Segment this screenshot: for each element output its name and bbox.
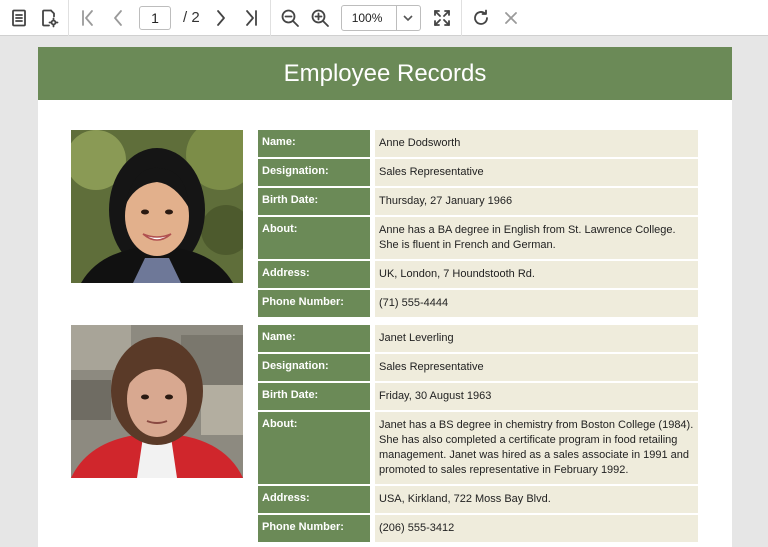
fit-page-icon[interactable] xyxy=(429,5,455,31)
field-value: Sales Representative xyxy=(375,354,698,381)
field-label: Address: xyxy=(258,486,370,513)
field-value: (71) 555-4444 xyxy=(375,290,698,317)
field-label: Birth Date: xyxy=(258,383,370,410)
employee-photo xyxy=(71,130,243,283)
zoom-out-icon[interactable] xyxy=(277,5,303,31)
field-row-about: About: Anne has a BA degree in English f… xyxy=(258,217,698,259)
report-header: Employee Records xyxy=(38,47,732,100)
zoom-in-icon[interactable] xyxy=(307,5,333,31)
employee-fields: Name: Janet Leverling Designation: Sales… xyxy=(258,325,698,544)
field-value: Friday, 30 August 1963 xyxy=(375,383,698,410)
navigation-group: / 2 xyxy=(69,0,271,36)
field-label: Designation: xyxy=(258,354,370,381)
viewer-toolbar: / 2 100% xyxy=(0,0,768,36)
refresh-icon[interactable] xyxy=(468,5,494,31)
field-label: About: xyxy=(258,217,370,259)
field-row-designation: Designation: Sales Representative xyxy=(258,354,698,381)
field-label: Name: xyxy=(258,325,370,352)
stop-icon[interactable] xyxy=(498,5,524,31)
field-row-address: Address: USA, Kirkland, 722 Moss Bay Blv… xyxy=(258,486,698,513)
field-value: Thursday, 27 January 1966 xyxy=(375,188,698,215)
field-row-name: Name: Anne Dodsworth xyxy=(258,130,698,157)
report-page: Employee Records Name: Anne Dodsworth De… xyxy=(38,47,732,547)
field-label: Name: xyxy=(258,130,370,157)
field-value: Janet Leverling xyxy=(375,325,698,352)
field-label: Birth Date: xyxy=(258,188,370,215)
field-row-address: Address: UK, London, 7 Houndstooth Rd. xyxy=(258,261,698,288)
report-title: Employee Records xyxy=(283,59,487,87)
first-page-icon[interactable] xyxy=(75,5,101,31)
field-row-phone: Phone Number: (71) 555-4444 xyxy=(258,290,698,317)
refresh-group xyxy=(462,0,530,36)
page-number-input[interactable] xyxy=(139,5,171,30)
page-total: / 2 xyxy=(183,9,200,26)
employee-fields: Name: Anne Dodsworth Designation: Sales … xyxy=(258,130,698,319)
report-viewer[interactable]: Employee Records Name: Anne Dodsworth De… xyxy=(0,37,768,547)
document-map-icon[interactable] xyxy=(6,5,32,31)
field-label: Phone Number: xyxy=(258,515,370,542)
zoom-dropdown[interactable]: 100% xyxy=(340,4,421,31)
field-label: Phone Number: xyxy=(258,290,370,317)
field-label: About: xyxy=(258,412,370,484)
field-value: Anne has a BA degree in English from St.… xyxy=(375,217,698,259)
next-page-icon[interactable] xyxy=(208,5,234,31)
field-row-name: Name: Janet Leverling xyxy=(258,325,698,352)
field-value: (206) 555-3412 xyxy=(375,515,698,542)
field-label: Designation: xyxy=(258,159,370,186)
field-label: Address: xyxy=(258,261,370,288)
employee-photo xyxy=(71,325,243,478)
document-tools-group xyxy=(0,0,69,36)
last-page-icon[interactable] xyxy=(238,5,264,31)
chevron-down-icon[interactable] xyxy=(395,5,420,30)
previous-page-icon[interactable] xyxy=(105,5,131,31)
field-row-about: About: Janet has a BS degree in chemistr… xyxy=(258,412,698,484)
field-value: Anne Dodsworth xyxy=(375,130,698,157)
field-row-phone: Phone Number: (206) 555-3412 xyxy=(258,515,698,542)
field-value: Janet has a BS degree in chemistry from … xyxy=(375,412,698,484)
zoom-value: 100% xyxy=(351,10,383,25)
field-value: Sales Representative xyxy=(375,159,698,186)
field-row-designation: Designation: Sales Representative xyxy=(258,159,698,186)
zoom-group: 100% xyxy=(271,0,462,36)
field-row-birth-date: Birth Date: Friday, 30 August 1963 xyxy=(258,383,698,410)
field-value: UK, London, 7 Houndstooth Rd. xyxy=(375,261,698,288)
field-row-birth-date: Birth Date: Thursday, 27 January 1966 xyxy=(258,188,698,215)
parameters-settings-icon[interactable] xyxy=(36,5,62,31)
field-value: USA, Kirkland, 722 Moss Bay Blvd. xyxy=(375,486,698,513)
